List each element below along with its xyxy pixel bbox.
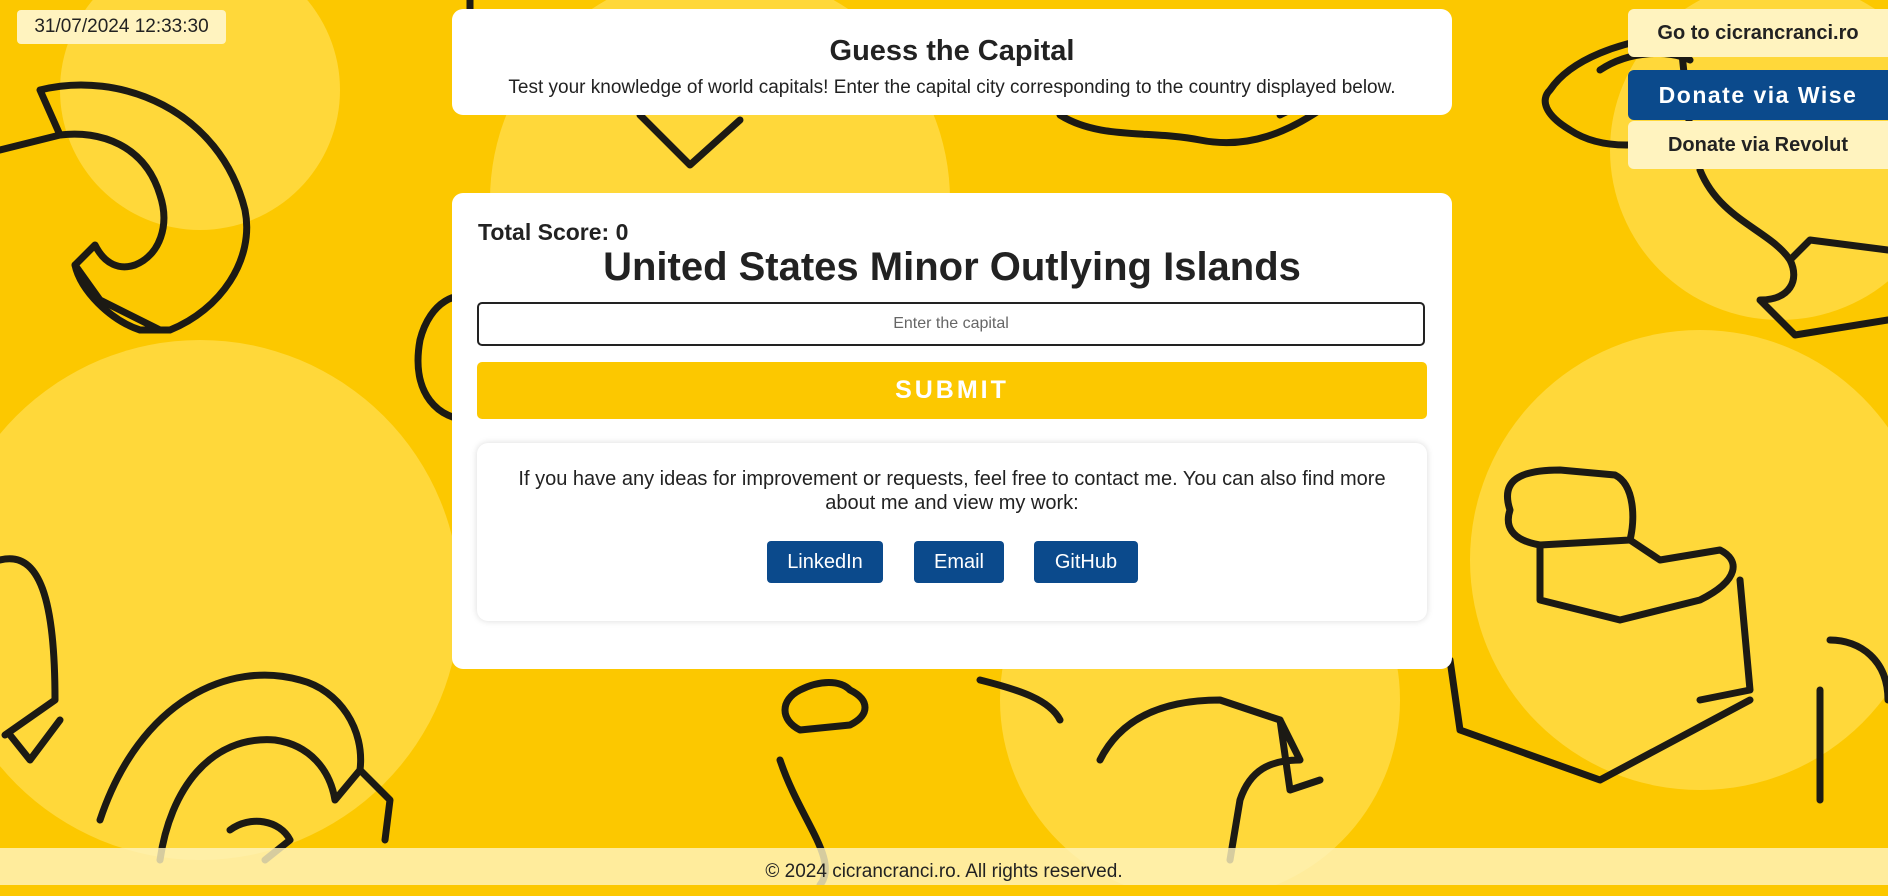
linkedin-link[interactable]: LinkedIn [767,541,883,583]
github-link[interactable]: GitHub [1034,541,1138,583]
page-title: Guess the Capital [829,35,1075,67]
page-subtitle: Test your knowledge of world capitals! E… [508,77,1396,98]
go-to-site-button[interactable]: Go to cicrancranci.ro [1628,9,1888,57]
submit-button[interactable]: SUBMIT [477,362,1427,419]
capital-input[interactable] [477,302,1425,346]
header-card: Guess the Capital Test your knowledge of… [452,9,1452,115]
datetime-display: 31/07/2024 12:33:30 [17,10,226,44]
contact-text: If you have any ideas for improvement or… [518,468,1386,514]
donate-revolut-button[interactable]: Donate via Revolut [1628,121,1888,169]
total-score: Total Score: 0 [478,219,629,245]
donate-wise-button[interactable]: Donate via Wise [1628,70,1888,120]
footer: © 2024 cicrancranci.ro. All rights reser… [0,848,1888,885]
email-link[interactable]: Email [914,541,1004,583]
contact-box: If you have any ideas for improvement or… [477,443,1427,621]
country-name: United States Minor Outlying Islands [603,245,1301,289]
game-card: Total Score: 0 United States Minor Outly… [452,193,1452,669]
